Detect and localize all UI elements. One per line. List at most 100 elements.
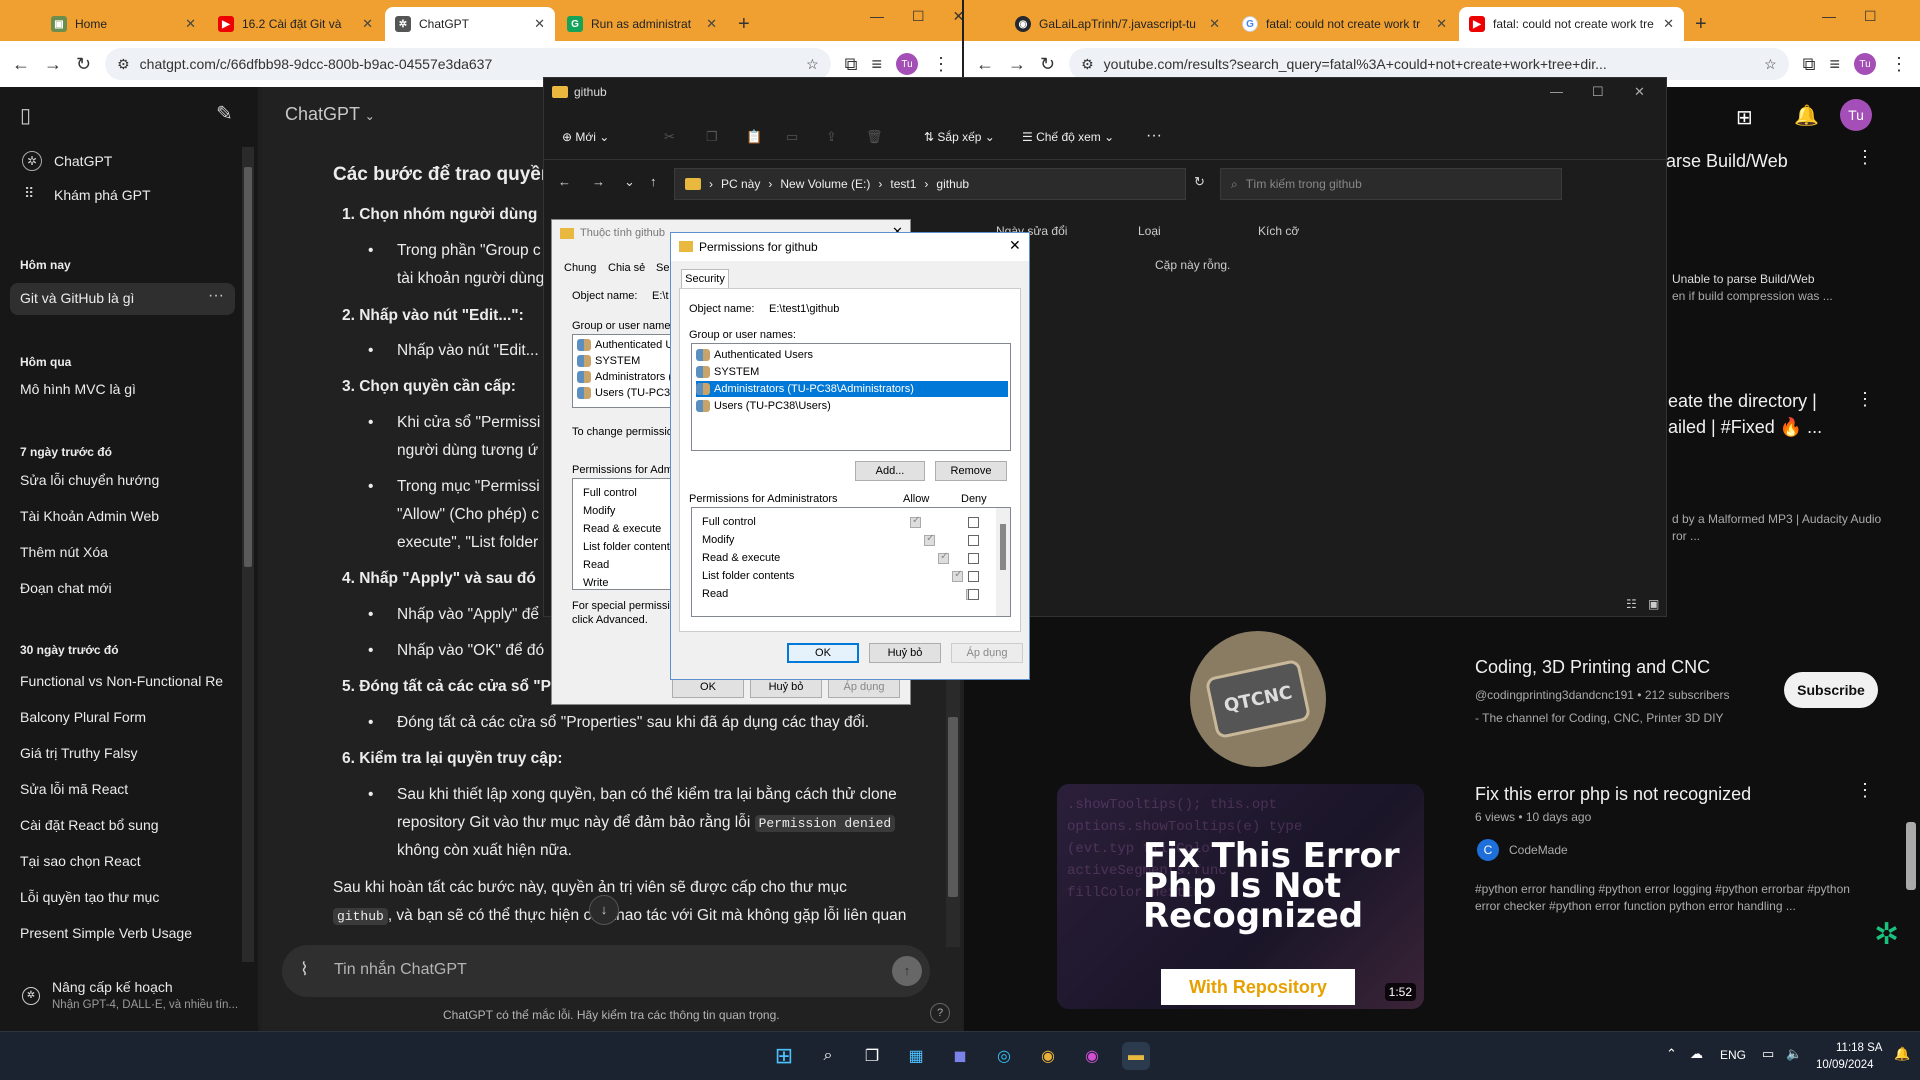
minimize-icon[interactable]: —: [1550, 84, 1563, 99]
chat-item[interactable]: Mô hình MVC là gì: [20, 381, 136, 397]
page-scrollbar[interactable]: [1904, 87, 1918, 1031]
reload-icon[interactable]: ↻: [1040, 54, 1055, 75]
show-hidden-icons[interactable]: ⌃: [1666, 1046, 1677, 1062]
scrollbar-thumb[interactable]: [1000, 524, 1006, 570]
chat-item[interactable]: Lỗi quyền tạo thư mục: [20, 889, 159, 905]
breadcrumb-item[interactable]: github: [936, 177, 969, 191]
subscribe-button[interactable]: Subscribe: [1784, 672, 1878, 708]
tab-security[interactable]: Se: [656, 262, 669, 274]
ok-button[interactable]: OK: [787, 643, 859, 663]
reading-list-icon[interactable]: ≡: [871, 54, 882, 75]
reload-icon[interactable]: ↻: [76, 54, 91, 75]
start-icon[interactable]: ⊞: [770, 1042, 798, 1070]
extensions-icon[interactable]: ⧉: [1803, 54, 1816, 75]
deny-checkbox[interactable]: [968, 553, 979, 564]
share-icon[interactable]: ⇪: [826, 129, 837, 145]
user-item[interactable]: Authenticated Users: [696, 347, 1008, 363]
sidebar-scrollbar[interactable]: [242, 147, 254, 962]
site-info-icon[interactable]: ⚙: [117, 56, 130, 73]
video-thumbnail[interactable]: .showTooltips(); this.opt options.showToo…: [1057, 784, 1424, 1009]
close-icon[interactable]: ✕: [1436, 16, 1447, 32]
user-item[interactable]: Administrators (: [577, 369, 679, 385]
task-view-icon[interactable]: ❐: [858, 1042, 886, 1070]
forward-icon[interactable]: →: [44, 54, 62, 75]
attach-icon[interactable]: ⌇: [300, 959, 309, 980]
notification-icon[interactable]: 🔔: [1894, 1046, 1910, 1062]
tab-google-search[interactable]: Gfatal: could not create work tr ✕: [1232, 7, 1457, 41]
site-info-icon[interactable]: ⚙: [1081, 56, 1094, 73]
chat-item[interactable]: Git và GitHub là gì: [20, 290, 134, 306]
nav-chatgpt[interactable]: ChatGPT: [54, 153, 112, 169]
perm-scrollbar[interactable]: [996, 508, 1010, 616]
notifications-icon[interactable]: 🔔: [1794, 103, 1819, 128]
new-tab-button[interactable]: +: [1685, 7, 1717, 41]
chat-item[interactable]: Đoạn chat mới: [20, 580, 112, 596]
chrome-profile-icon[interactable]: ◉: [1078, 1042, 1106, 1070]
clock-date[interactable]: 10/09/2024: [1816, 1059, 1874, 1071]
extensions-icon[interactable]: ⧉: [845, 54, 858, 75]
more-options-icon[interactable]: ⋮: [1856, 147, 1874, 168]
edge-icon[interactable]: ◎: [990, 1042, 1018, 1070]
scroll-down-button[interactable]: ↓: [589, 895, 619, 925]
breadcrumb-item[interactable]: PC này: [721, 177, 760, 191]
breadcrumb-item[interactable]: New Volume (E:): [780, 177, 870, 191]
menu-icon[interactable]: ⋮: [932, 54, 950, 75]
youtube-avatar[interactable]: Tu: [1840, 99, 1872, 131]
paste-icon[interactable]: 📋: [746, 129, 762, 145]
close-icon[interactable]: ✕: [185, 16, 196, 32]
chat-item[interactable]: Sửa lỗi mã React: [20, 781, 128, 797]
user-item[interactable]: Authenticated U: [577, 337, 679, 353]
chat-item[interactable]: Cài đặt React bổ sung: [20, 817, 159, 833]
model-selector[interactable]: ChatGPT ⌄: [285, 104, 375, 125]
breadcrumb-item[interactable]: test1: [890, 177, 916, 191]
result-title[interactable]: ailed | #Fixed 🔥 ...: [1668, 417, 1822, 438]
bookmark-star-icon[interactable]: ☆: [1764, 56, 1777, 73]
video-title[interactable]: Fix this error php is not recognized: [1475, 784, 1751, 805]
clock-time[interactable]: 11:18 SA: [1836, 1042, 1882, 1054]
deny-checkbox[interactable]: [968, 535, 979, 546]
chat-item[interactable]: Tài Khoản Admin Web: [20, 508, 159, 524]
volume-icon[interactable]: 🔈: [1786, 1046, 1802, 1062]
chatgpt-extension-icon[interactable]: ✲: [1874, 917, 1899, 952]
tab-home[interactable]: ▣ Home ✕: [41, 7, 206, 41]
column-header[interactable]: Kích cỡ: [1258, 224, 1299, 238]
maximize-icon[interactable]: ☐: [1864, 8, 1877, 25]
back-icon[interactable]: ←: [12, 54, 30, 75]
profile-avatar[interactable]: Tu: [1854, 53, 1876, 75]
more-icon[interactable]: ···: [1146, 127, 1162, 145]
user-item[interactable]: SYSTEM: [696, 364, 1008, 380]
scrollbar-thumb[interactable]: [1906, 822, 1916, 890]
cancel-button[interactable]: Huỷ bỏ: [869, 643, 941, 663]
user-item[interactable]: Users (TU-PC38\Users): [696, 398, 1008, 414]
tab-youtube-search[interactable]: ▶ fatal: could not create work tre ✕: [1459, 7, 1684, 41]
url-input[interactable]: ⚙ youtube.com/results?search_query=fatal%…: [1069, 48, 1789, 80]
menu-icon[interactable]: ⋮: [1890, 54, 1908, 75]
forward-icon[interactable]: →: [592, 174, 605, 189]
video-channel-avatar[interactable]: C: [1477, 839, 1499, 861]
chat-options-icon[interactable]: ···: [208, 287, 224, 305]
chat-item[interactable]: Functional vs Non-Functional Re: [20, 673, 225, 689]
tab-general[interactable]: Chung: [564, 262, 596, 274]
bookmark-star-icon[interactable]: ☆: [806, 56, 819, 73]
deny-checkbox[interactable]: [968, 589, 979, 600]
minimize-icon[interactable]: —: [870, 8, 884, 25]
video-channel[interactable]: CodeMade: [1509, 843, 1568, 857]
more-options-icon[interactable]: ⋮: [1856, 780, 1874, 801]
allow-checkbox[interactable]: [924, 533, 936, 546]
recent-icon[interactable]: ⌄: [624, 174, 635, 190]
deny-checkbox[interactable]: [968, 517, 979, 528]
chrome-icon[interactable]: ◉: [1034, 1042, 1062, 1070]
user-list[interactable]: Authenticated U SYSTEM Administrators ( …: [572, 334, 682, 408]
chat-item[interactable]: Sửa lỗi chuyển hướng: [20, 472, 159, 488]
reading-list-icon[interactable]: ≡: [1829, 54, 1840, 75]
copy-icon[interactable]: ❐: [706, 129, 718, 145]
tab-run-admin[interactable]: G Run as administrat ✕: [557, 7, 727, 41]
file-explorer-icon[interactable]: ▬: [1122, 1042, 1150, 1070]
close-icon[interactable]: ✕: [1663, 16, 1674, 32]
tab-github[interactable]: ◉ GaLaiLapTrinh/7.javascript-tu ✕: [1005, 7, 1230, 41]
apply-button[interactable]: Áp dụng: [951, 643, 1023, 663]
more-options-icon[interactable]: ⋮: [1856, 389, 1874, 410]
close-window-icon[interactable]: ✕: [1634, 84, 1645, 100]
minimize-icon[interactable]: —: [1822, 8, 1836, 25]
back-icon[interactable]: ←: [558, 174, 571, 189]
